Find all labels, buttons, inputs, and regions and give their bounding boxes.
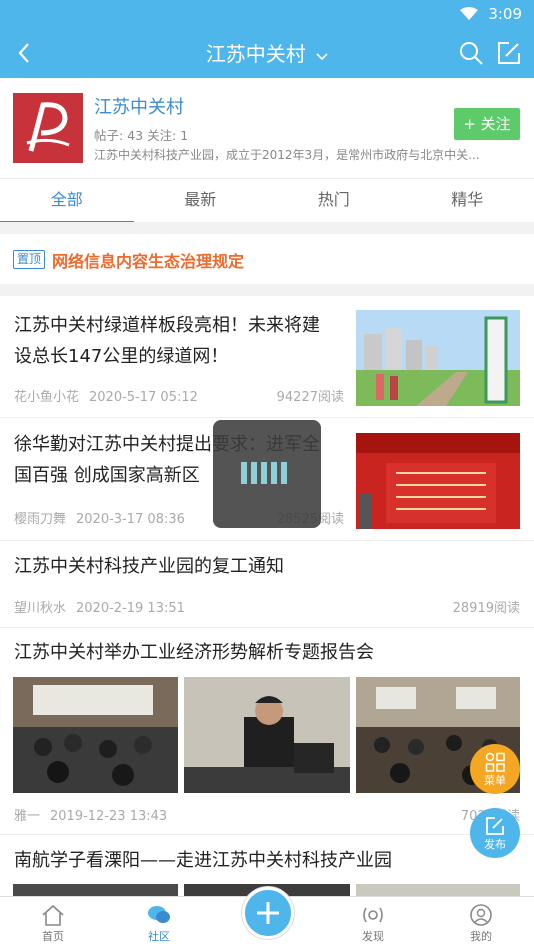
community-stats: 帖子: 43 关注: 1 <box>94 128 189 143</box>
post-image <box>356 884 520 896</box>
post-title: 江苏中关村举办工业经济形势解析专题报告会 <box>14 642 374 663</box>
profile-icon <box>470 904 492 926</box>
screen: 3:09 江苏中关村 江苏中关村 帖子: 43 关注: 1 江苏中关村科技产业园… <box>0 0 534 949</box>
divider <box>0 284 534 296</box>
community-info: 江苏中关村 帖子: 43 关注: 1 江苏中关村科技产业园，成立于2012年3月… <box>0 78 534 178</box>
tab-bar: 全部 最新 热门 精华 <box>0 178 534 223</box>
post-author: 雅一 <box>14 809 41 824</box>
nav-home-label: 首页 <box>42 930 64 943</box>
post-image <box>184 677 350 793</box>
edit-icon[interactable] <box>496 40 522 66</box>
wifi-icon <box>460 7 479 20</box>
post-title: 江苏中关村科技产业园的复工通知 <box>14 556 284 577</box>
community-name: 江苏中关村 <box>94 97 184 118</box>
post-date: 2020-5-17 05:12 <box>89 390 198 405</box>
community-logo <box>13 93 83 163</box>
tab-featured[interactable]: 精华 <box>401 179 534 222</box>
discover-icon <box>363 907 383 923</box>
pinned-badge: 置顶 <box>13 250 46 269</box>
post-title: 南航学子看溧阳——走进江苏中关村科技产业园 <box>14 850 392 871</box>
menu-fab-button[interactable]: 菜单 <box>470 744 520 794</box>
post-item[interactable]: 江苏中关村绿道样板段亮相！未来将建 设总长147公里的绿道网！ 花小鱼小花 2020… <box>0 296 534 418</box>
home-icon <box>42 904 64 926</box>
post-author: 花小鱼小花 <box>14 390 80 405</box>
post-reads: 94227阅读 <box>276 390 344 405</box>
nav-discover[interactable]: 发现 <box>320 897 426 949</box>
add-post-button[interactable] <box>242 887 294 939</box>
app-header: 江苏中关村 <box>0 28 534 78</box>
nav-profile-label: 我的 <box>470 930 492 943</box>
post-meta: 雅一 2019-12-23 13:43 <box>14 805 177 824</box>
tab-hot[interactable]: 热门 <box>267 179 401 222</box>
nav-community-label: 社区 <box>148 930 170 943</box>
menu-fab-label: 菜单 <box>484 774 506 787</box>
plus-icon <box>257 902 279 924</box>
post-author: 樱雨刀舞 <box>14 512 67 527</box>
edit-icon <box>486 817 504 835</box>
search-icon[interactable] <box>458 40 484 66</box>
community-description: 江苏中关村科技产业园，成立于2012年3月，是常州市政府与北京中关... <box>94 148 480 162</box>
nav-profile[interactable]: 我的 <box>428 897 534 949</box>
follow-button[interactable]: + 关注 <box>454 108 520 140</box>
community-icon <box>148 906 170 923</box>
post-meta: 望川秋水 2020-2-19 13:51 <box>14 597 195 616</box>
chevron-down-icon <box>316 52 328 60</box>
post-image <box>13 884 178 896</box>
post-author: 望川秋水 <box>14 601 67 616</box>
pinned-title: 网络信息内容生态治理规定 <box>52 252 245 271</box>
post-image <box>13 677 178 793</box>
divider <box>0 222 534 234</box>
status-time: 3:09 <box>488 5 522 23</box>
nav-discover-label: 发现 <box>362 930 384 943</box>
header-title-text: 江苏中关村 <box>205 42 306 66</box>
post-thumbnail <box>356 433 520 529</box>
pinned-post[interactable]: 置顶 网络信息内容生态治理规定 <box>0 234 534 284</box>
status-bar: 3:09 <box>0 0 534 28</box>
post-title: 江苏中关村绿道样板段亮相！未来将建 设总长147公里的绿道网！ <box>14 315 320 367</box>
post-item[interactable]: 江苏中关村举办工业经济形势解析专题报告会 雅一 2019-12-23 13:43 <box>0 629 534 835</box>
post-date: 2020-2-19 13:51 <box>76 601 185 616</box>
post-date: 2019-12-23 13:43 <box>50 809 168 824</box>
tab-all[interactable]: 全部 <box>0 179 134 223</box>
header-title[interactable]: 江苏中关村 <box>0 38 534 67</box>
nav-home[interactable]: 首页 <box>0 897 106 949</box>
post-thumbnail <box>356 310 520 406</box>
post-date: 2020-3-17 08:36 <box>76 512 185 527</box>
nav-community[interactable]: 社区 <box>106 897 212 949</box>
publish-fab-button[interactable]: 发布 <box>470 808 520 858</box>
grid-icon <box>485 752 505 772</box>
post-meta: 花小鱼小花 2020-5-17 05:12 <box>14 386 208 405</box>
post-item[interactable]: 江苏中关村科技产业园的复工通知 望川秋水 2020-2-19 13:51 2891… <box>0 542 534 628</box>
tab-latest[interactable]: 最新 <box>134 179 268 222</box>
post-meta: 樱雨刀舞 2020-3-17 08:36 <box>14 508 195 527</box>
loading-indicator <box>213 420 321 528</box>
post-reads: 28919阅读 <box>452 601 520 616</box>
publish-fab-label: 发布 <box>484 838 506 851</box>
